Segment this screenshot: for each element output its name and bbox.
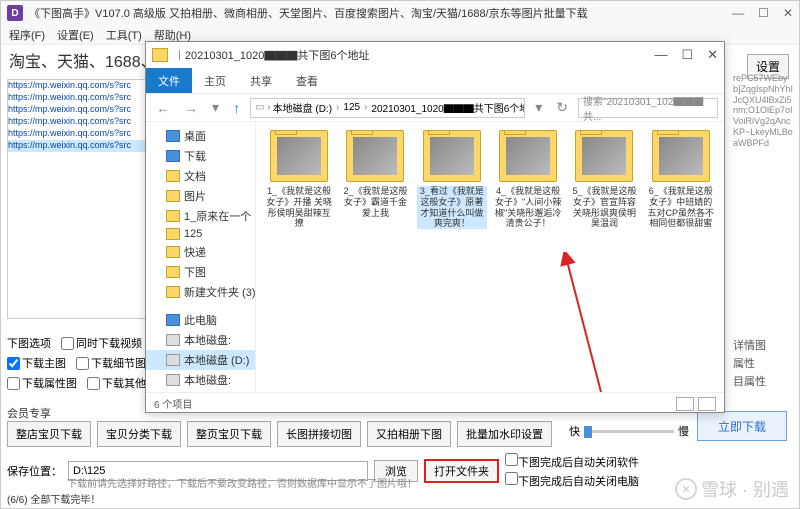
cb-close-pc[interactable]: 下图完成后自动关闭电脑 [505, 472, 639, 489]
close-icon[interactable]: ✕ [783, 6, 793, 20]
tree-node[interactable]: 图片 [146, 186, 255, 206]
save-hint: 下载前请先选择好路径，下载后不要改变路径，否则数据库中显示不了图片哦！ [67, 475, 417, 490]
slider-fast-label: 快 [569, 423, 580, 439]
path-segment[interactable]: 本地磁盘 (D:) [271, 100, 334, 115]
exp-minimize-icon[interactable]: — [654, 47, 667, 63]
cb-attr[interactable]: 下载属性图 [7, 375, 77, 391]
action-button[interactable]: 整店宝贝下载 [7, 421, 91, 447]
explorer-search[interactable]: 搜索"20210301_102▇▇▇共... [578, 98, 718, 118]
tree-node[interactable]: 快递 [146, 242, 255, 262]
breadcrumb-sep: | [174, 49, 185, 61]
maximize-icon[interactable]: ☐ [758, 6, 769, 20]
refresh-icon[interactable]: ↻ [552, 99, 572, 116]
tree-node[interactable]: 下图 [146, 262, 255, 282]
nav-back-icon[interactable]: ← [152, 100, 174, 116]
menu-item[interactable]: 设置(E) [57, 27, 94, 43]
path-dropdown-icon[interactable]: ▾ [531, 99, 546, 116]
explorer-tab[interactable]: 共享 [238, 68, 284, 93]
slider-slow-label: 慢 [678, 423, 689, 439]
explorer-tab[interactable]: 主页 [192, 68, 238, 93]
nav-fwd-icon[interactable]: → [180, 100, 202, 116]
open-folder-button[interactable]: 打开文件夹 [424, 459, 499, 483]
download-now-button[interactable]: 立即下载 [697, 411, 787, 441]
file-explorer-window: | 20210301_1020▇▇▇共下图6个地址 — ☐ ✕ 文件主页共享查看… [145, 41, 725, 413]
folder-item[interactable]: 5_《我就是这般女子》官宣阵容 关晓彤飒爽侯明昊温润 [569, 130, 639, 384]
path-segment[interactable]: 125 [341, 102, 362, 113]
tree-node[interactable]: 新建文件夹 (3) [146, 282, 255, 302]
tree-node[interactable]: 本地磁盘 (D:) [146, 350, 255, 370]
folder-item[interactable]: 1_《我就是这般女子》开播 关晓彤侯明昊甜辣互撩 [264, 130, 334, 384]
tree-node[interactable]: 1_原来在一个 [146, 206, 255, 226]
cb-detail[interactable]: 下载细节图 [76, 355, 146, 371]
menu-item[interactable]: 程序(F) [9, 27, 45, 43]
explorer-tab[interactable]: 查看 [284, 68, 330, 93]
tree-node[interactable]: 本地磁盘: [146, 330, 255, 350]
nav-up-icon[interactable]: ↑ [229, 100, 244, 116]
hex-text: rePC57WEbyb]ZqgIspNhYhIJcQXU4lBxZi5nm:O1… [733, 73, 795, 149]
speed-slider[interactable] [584, 430, 674, 433]
folder-item[interactable]: 6_《我就是这般女子》中班婧的五对CP虽然各不相同但都很甜蜜 [646, 130, 716, 384]
address-bar[interactable]: ▭ › 本地磁盘 (D:)›125›20210301_1020▇▇▇共下图6个地… [250, 98, 525, 118]
right-panel-item: 详情图 [733, 337, 793, 353]
right-panel-item: 属性 [733, 355, 793, 371]
tree-node[interactable]: 本地磁盘: [146, 390, 255, 392]
cb-main[interactable]: 下载主图 [7, 355, 66, 371]
tree-node[interactable]: 下载 [146, 146, 255, 166]
save-label: 保存位置： [7, 463, 62, 479]
member-label: 会员专享 [7, 405, 51, 421]
explorer-title: 20210301_1020▇▇▇共下图6个地址 [185, 47, 655, 63]
path-segment[interactable]: 20210301_1020▇▇▇共下图6个地址 [369, 100, 525, 115]
menu-item[interactable]: 工具(T) [106, 27, 142, 43]
view-list-icon[interactable] [698, 397, 716, 411]
watermark: ✕雪球 · 别遇 [675, 476, 789, 502]
action-button[interactable]: 又拍相册下图 [367, 421, 451, 447]
cb-sametime[interactable]: 同时下载视频 [61, 335, 142, 351]
opts-header: 下图选项 [7, 335, 51, 351]
view-thumb-icon[interactable] [676, 397, 694, 411]
tree-node[interactable]: 125 [146, 226, 255, 242]
tree-node[interactable]: 文档 [146, 166, 255, 186]
app-logo: D [7, 5, 23, 21]
explorer-status-count: 6 个项目 [154, 396, 192, 411]
folder-item[interactable]: 3_看过《我就是这般女子》原著才知道什么叫做爽完爽！ [417, 130, 487, 384]
minimize-icon[interactable]: — [732, 6, 744, 20]
exp-close-icon[interactable]: ✕ [707, 47, 718, 63]
nav-down-icon[interactable]: ▾ [208, 99, 223, 116]
url-list[interactable]: https://mp.weixin.qq.com/s?srchttps://mp… [7, 79, 155, 319]
action-button[interactable]: 批量加水印设置 [457, 421, 552, 447]
status-bar: (6/6) 全部下载完毕！ [7, 491, 100, 506]
folder-item[interactable]: 2_《我就是这般女子》霸道千金爱上我 [340, 130, 410, 384]
window-title: 《下图高手》V107.0 高级版 又拍相册、微商相册、天堂图片、百度搜索图片、淘… [29, 5, 732, 21]
folder-item[interactable]: 4_《我就是这般女子》"人间小辣椒"关晓彤邂逅冷清贵公子！ [493, 130, 563, 384]
action-button[interactable]: 长图拼接切图 [277, 421, 361, 447]
right-panel-item: 目属性 [733, 373, 793, 389]
folder-icon [152, 48, 168, 62]
cb-close-soft[interactable]: 下图完成后自动关闭软件 [505, 453, 639, 470]
tree-node[interactable]: 本地磁盘: [146, 370, 255, 390]
action-button[interactable]: 整页宝贝下载 [187, 421, 271, 447]
exp-maximize-icon[interactable]: ☐ [681, 47, 693, 63]
tree-node[interactable]: 桌面 [146, 126, 255, 146]
action-button[interactable]: 宝贝分类下载 [97, 421, 181, 447]
tree-node[interactable]: 此电脑 [146, 310, 255, 330]
explorer-tab[interactable]: 文件 [146, 68, 192, 93]
